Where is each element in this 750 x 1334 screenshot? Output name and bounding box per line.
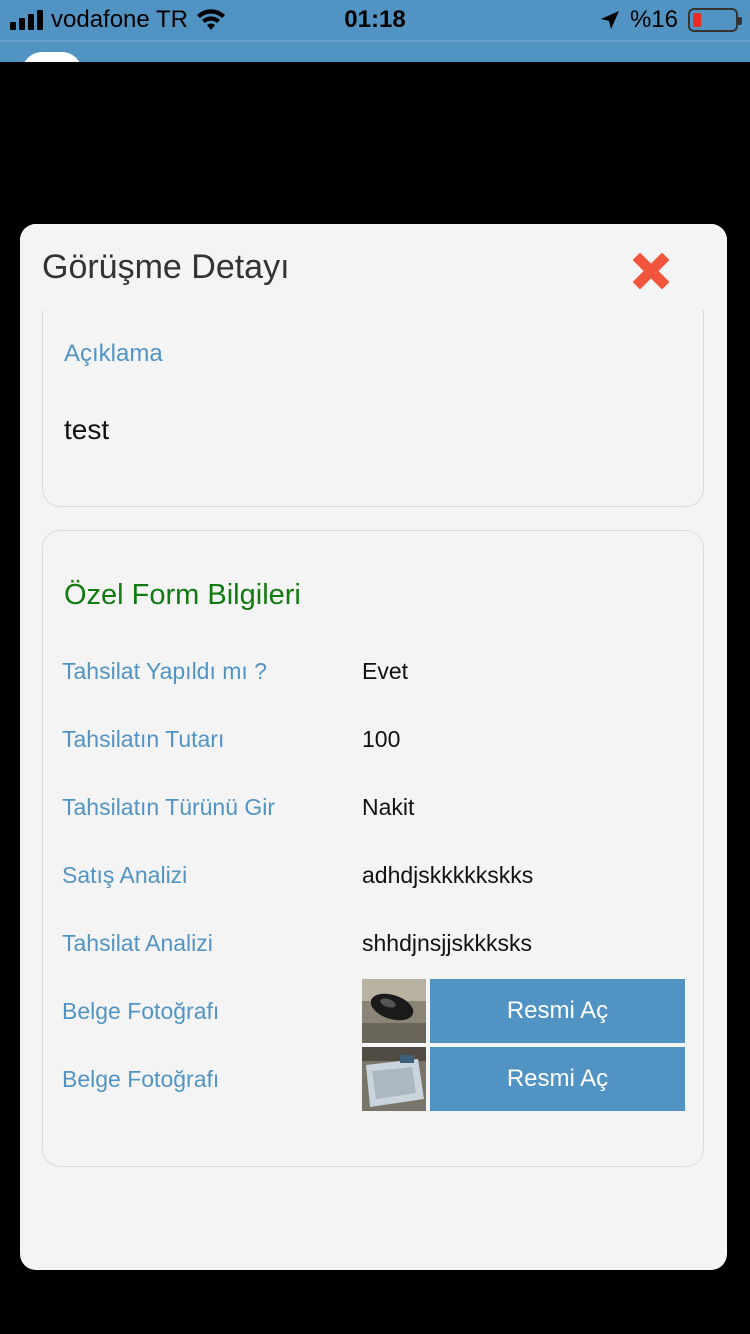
open-image-button[interactable]: Resmi Aç	[430, 979, 685, 1043]
close-x-icon	[633, 253, 669, 289]
status-right: %16	[600, 6, 742, 34]
battery-icon	[688, 8, 742, 32]
open-image-button[interactable]: Resmi Aç	[430, 1047, 685, 1111]
field-value: shhdjnsjjskkksks	[362, 930, 532, 956]
field-row-collection-analysis: Tahsilat Analizi shhdjnsjjskkksks	[43, 911, 705, 975]
field-row-collection-type: Tahsilatın Türünü Gir Nakit	[43, 775, 705, 839]
custom-form-title: Özel Form Bilgileri	[64, 579, 301, 611]
wifi-icon	[196, 9, 225, 30]
photo-label: Belge Fotoğrafı	[62, 1066, 220, 1092]
battery-percent: %16	[629, 6, 678, 33]
field-value: Evet	[362, 658, 409, 684]
field-row-sales-analysis: Satış Analizi adhdjskkkkkskks	[43, 843, 705, 907]
field-row-collection-amount: Tahsilatın Tutarı 100	[43, 707, 705, 771]
field-label: Satış Analizi	[62, 862, 188, 888]
app-header-strip	[0, 40, 750, 62]
field-value: adhdjskkkkkskks	[362, 862, 534, 888]
signal-icon	[10, 10, 43, 30]
custom-form-card: Özel Form Bilgileri Tahsilat Yapıldı mı …	[42, 530, 704, 1167]
field-label: Tahsilatın Tutarı	[62, 726, 225, 752]
field-label: Tahsilat Analizi	[62, 930, 213, 956]
field-value: 100	[362, 726, 401, 752]
photo-thumbnail[interactable]	[362, 979, 426, 1043]
modal-title: Görüşme Detayı	[42, 248, 290, 286]
close-button[interactable]	[626, 246, 676, 296]
status-left: vodafone TR	[10, 6, 226, 34]
detail-modal: Açıklama test Özel Form Bilgileri Tahsil…	[20, 224, 727, 1270]
field-row-collection-done: Tahsilat Yapıldı mı ? Evet	[43, 639, 705, 703]
description-card: Açıklama test	[42, 284, 704, 507]
photo-row: Belge Fotoğrafı Resmi Aç	[43, 1047, 705, 1111]
field-label: Tahsilat Yapıldı mı ?	[62, 658, 267, 684]
modal-header: Görüşme Detayı	[20, 224, 727, 310]
carrier-name: vodafone TR	[51, 6, 188, 33]
status-bar: vodafone TR 01:18 %16	[0, 0, 750, 40]
description-label: Açıklama	[64, 340, 163, 367]
field-value: Nakit	[362, 794, 415, 820]
location-arrow-icon	[600, 11, 619, 29]
photo-thumbnail[interactable]	[362, 1047, 426, 1111]
description-value: test	[64, 414, 110, 445]
photo-label: Belge Fotoğrafı	[62, 998, 220, 1024]
photo-row: Belge Fotoğrafı Resmi Aç	[43, 979, 705, 1043]
field-label: Tahsilatın Türünü Gir	[62, 794, 276, 820]
